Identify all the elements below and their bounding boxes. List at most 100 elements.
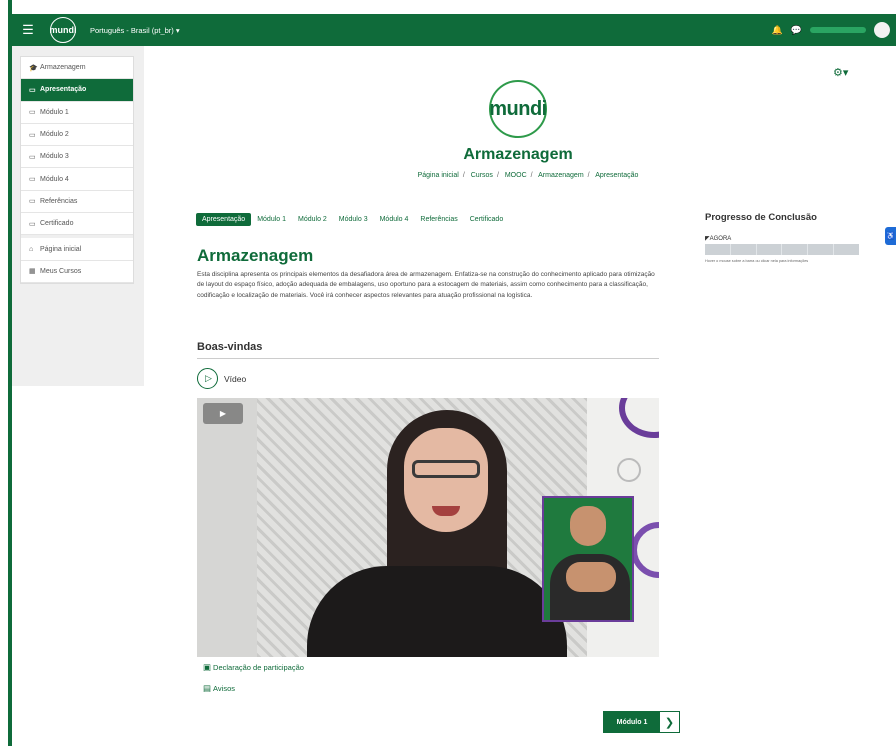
sidebar-item-apresentacao[interactable]: ▭ Apresentação (21, 79, 133, 102)
breadcrumb-current[interactable]: Apresentação (595, 172, 638, 179)
sidebar-item-label: Página inicial (40, 245, 82, 253)
progress-segment (731, 244, 757, 255)
accessibility-icon: ♿ (886, 233, 895, 240)
progress-segment (705, 244, 731, 255)
certificate-icon: ▣ (203, 662, 212, 672)
top-navbar: ☰ mundi Português - Brasil (pt_br) ▾ 🔔 💬 (12, 14, 896, 46)
sidebar-item-label: Certificado (40, 220, 74, 228)
sidebar-item-label: Apresentação (40, 86, 87, 94)
sidebar-item-label: Armazenagem (40, 64, 86, 72)
folder-icon: ▭ (29, 153, 36, 161)
breadcrumb-home[interactable]: Página inicial (418, 172, 459, 179)
sidebar-item-modulo-3[interactable]: ▭ Módulo 3 (21, 146, 133, 169)
video-activity-label: Vídeo (224, 373, 247, 384)
presenter-body (307, 566, 567, 657)
folder-icon: ▭ (29, 220, 36, 228)
user-name[interactable] (810, 27, 866, 33)
course-logo: mundi (489, 80, 547, 138)
left-edge (0, 0, 12, 746)
tab-referencias[interactable]: Referências (414, 213, 463, 226)
breadcrumb-mooc[interactable]: MOOC (505, 172, 527, 179)
home-icon: ⌂ (29, 245, 34, 253)
tab-modulo-3[interactable]: Módulo 3 (333, 213, 374, 226)
breadcrumb-course[interactable]: Armazenagem (538, 172, 584, 179)
folder-icon: ▭ (29, 86, 36, 94)
tab-apresentacao[interactable]: Apresentação (196, 213, 252, 226)
sidebar-item-certificado[interactable]: ▭ Certificado (21, 213, 133, 236)
interpreter-head (570, 506, 606, 546)
section-heading: Armazenagem (197, 246, 314, 265)
accessibility-widget[interactable]: ♿ (885, 227, 896, 245)
video-activity[interactable]: ▷ Vídeo (197, 368, 246, 389)
sidebar-item-modulo-4[interactable]: ▭ Módulo 4 (21, 168, 133, 191)
chevron-right-icon: ❯ (660, 712, 679, 732)
sidebar-item-home[interactable]: ⌂ Página inicial (21, 238, 133, 261)
progress-block-title: Progresso de Conclusão (705, 212, 817, 223)
page-title: Armazenagem (463, 146, 573, 163)
tab-modulo-4[interactable]: Módulo 4 (374, 213, 415, 226)
avatar[interactable] (874, 22, 890, 38)
presenter-face (404, 428, 488, 532)
tab-modulo-2[interactable]: Módulo 2 (292, 213, 333, 226)
breadcrumb: Página inicial / Cursos / MOOC / Armazenage… (390, 172, 666, 179)
section-tabs: Apresentação Módulo 1 Módulo 2 Módulo 3 … (196, 213, 509, 226)
course-sidebar: 🎓 Armazenagem ▭ Apresentação ▭ Módulo 1 ▭ Mó… (20, 56, 134, 284)
language-menu[interactable]: Português - Brasil (pt_br) ▾ (90, 26, 180, 35)
folder-icon: ▭ (29, 109, 36, 117)
sidebar-item-label: Módulo 4 (40, 175, 69, 183)
tab-modulo-1[interactable]: Módulo 1 (251, 213, 292, 226)
presenter-glasses (412, 460, 480, 478)
sidebar-item-label: Referências (40, 197, 78, 205)
folder-icon: ▭ (29, 176, 36, 184)
breadcrumb-courses[interactable]: Cursos (471, 172, 493, 179)
play-icon: ▶ (219, 409, 227, 418)
progress-help-text: Hover o mouse sobre a barra ou clicar ne… (705, 259, 809, 263)
participation-certificate-label: Declaração de participação (213, 663, 304, 672)
hamburger-icon[interactable]: ☰ (12, 22, 44, 38)
sidebar-item-referencias[interactable]: ▭ Referências (21, 191, 133, 214)
decor-ring (617, 458, 641, 482)
sidebar-item-modulo-1[interactable]: ▭ Módulo 1 (21, 102, 133, 124)
section-divider (197, 358, 659, 359)
sidebar-item-label: Meus Cursos (40, 267, 82, 275)
navbar-user-area: 🔔 💬 (772, 14, 890, 46)
sidebar-item-label: Módulo 3 (40, 153, 69, 161)
announcements-link[interactable]: ▤ Avisos (203, 683, 235, 694)
tab-certificado[interactable]: Certificado (464, 213, 509, 226)
progress-segment (757, 244, 783, 255)
courses-icon: ▦ (29, 268, 36, 276)
progress-segment (808, 244, 835, 255)
folder-icon: ▭ (29, 131, 36, 139)
video-player[interactable]: ▶ (197, 398, 659, 657)
breadcrumb-separator: / (496, 172, 499, 179)
folder-icon: ▭ (29, 198, 36, 206)
participation-certificate-link[interactable]: ▣ Declaração de participação (203, 662, 304, 673)
progress-segment (834, 244, 859, 255)
course-description: Esta disciplina apresenta os principais … (197, 271, 655, 299)
sign-language-interpreter (542, 496, 634, 622)
navbar-logo-text: mundi (49, 25, 77, 35)
sidebar-item-label: Módulo 2 (40, 131, 69, 139)
chat-icon[interactable]: 💬 (791, 25, 802, 36)
next-module-button[interactable]: Módulo 1 ❯ (603, 711, 680, 733)
video-play-button[interactable]: ▶ (203, 403, 243, 424)
next-module-label: Módulo 1 (604, 712, 660, 732)
progress-segment (782, 244, 809, 255)
interpreter-hands (566, 562, 616, 592)
sidebar-item-course[interactable]: 🎓 Armazenagem (21, 57, 133, 80)
gear-icon[interactable]: ⚙▾ (833, 66, 848, 79)
announcements-label: Avisos (213, 684, 235, 693)
play-circle-icon: ▷ (197, 368, 218, 389)
sidebar-item-label: Módulo 1 (40, 108, 69, 116)
sidebar-item-modulo-2[interactable]: ▭ Módulo 2 (21, 124, 133, 147)
breadcrumb-separator: / (462, 172, 465, 179)
course-logo-text: mundi (489, 97, 547, 120)
completion-progress-bar[interactable] (705, 244, 859, 255)
graduation-cap-icon: 🎓 (29, 64, 38, 72)
sidebar-item-my-courses[interactable]: ▦ Meus Cursos (21, 261, 133, 283)
progress-now-text: AGORA (709, 236, 732, 242)
navbar-logo[interactable]: mundi (49, 17, 77, 43)
welcome-heading: Boas-vindas (197, 341, 263, 353)
progress-now-label: ◤AGORA (705, 236, 732, 242)
bell-icon[interactable]: 🔔 (772, 25, 783, 36)
